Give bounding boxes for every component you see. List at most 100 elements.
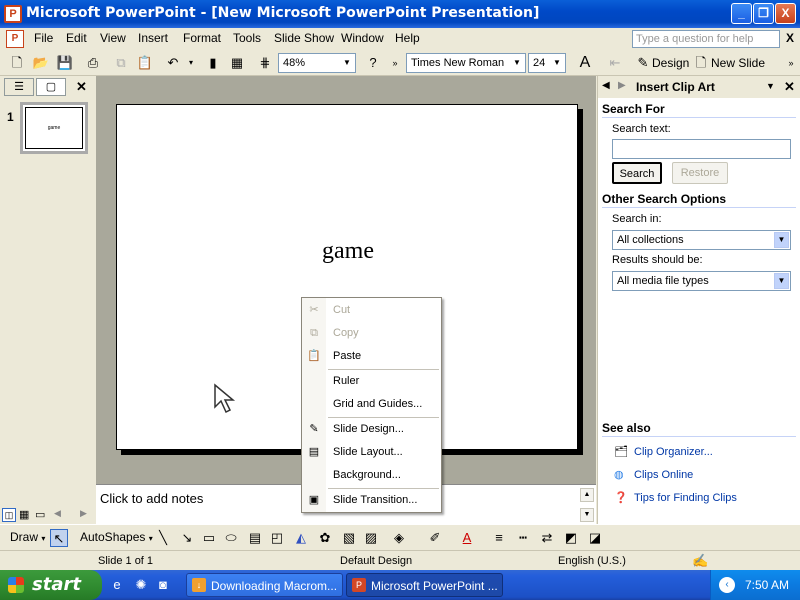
help-search-input[interactable]: Type a question for help bbox=[632, 30, 780, 48]
insert-picture-icon[interactable]: ▧ bbox=[340, 529, 358, 547]
zoom-combo[interactable]: 48% ▼ bbox=[278, 53, 356, 73]
new-icon[interactable]: 🗋 bbox=[8, 54, 26, 72]
menu-tools[interactable]: Tools bbox=[233, 31, 261, 45]
start-button[interactable]: start bbox=[0, 570, 102, 600]
spelling-status-icon[interactable]: ✍ bbox=[692, 553, 708, 569]
clip-art-icon[interactable]: ✿ bbox=[316, 529, 334, 547]
design-icon[interactable]: ✎ bbox=[634, 54, 652, 72]
paste-toolbar-icon[interactable]: 📋 bbox=[136, 54, 154, 72]
menu-file[interactable]: File bbox=[34, 31, 53, 45]
menu-help[interactable]: Help bbox=[395, 31, 420, 45]
slide-text[interactable]: game bbox=[117, 238, 579, 265]
powerpoint-app-icon[interactable]: P bbox=[4, 5, 22, 23]
search-in-select[interactable]: All collections ▼ bbox=[612, 230, 791, 250]
new-slide-button[interactable]: New Slide bbox=[711, 56, 765, 70]
insert-diagram-icon[interactable]: ◭ bbox=[292, 529, 310, 547]
results-dropdown-icon[interactable]: ▼ bbox=[774, 273, 789, 289]
task-pane-menu-icon[interactable]: ▼ bbox=[766, 81, 775, 91]
clips-online-link[interactable]: Clips Online bbox=[634, 469, 693, 481]
font-color-icon[interactable]: A bbox=[458, 529, 476, 547]
context-item-cut[interactable]: ✂ Cut bbox=[302, 299, 441, 321]
3d-style-icon[interactable]: ◪ bbox=[586, 529, 604, 547]
scroll-right-icon[interactable]: ▶ bbox=[80, 508, 87, 519]
slide-sorter-icon[interactable]: ▦ bbox=[19, 508, 29, 521]
context-item-grid-guides[interactable]: Grid and Guides... bbox=[302, 393, 441, 415]
draw-menu-button[interactable]: Draw ▾ bbox=[10, 530, 45, 544]
font-dropdown-icon[interactable]: ▼ bbox=[510, 55, 524, 71]
back-icon[interactable]: ◀ bbox=[602, 80, 610, 91]
menu-insert[interactable]: Insert bbox=[138, 31, 168, 45]
restore-clipart-button[interactable]: Restore bbox=[672, 162, 728, 184]
document-icon[interactable]: P bbox=[6, 30, 24, 48]
minimize-button[interactable]: _ bbox=[731, 3, 752, 24]
close-button[interactable]: X bbox=[775, 3, 796, 24]
menu-format[interactable]: Format bbox=[183, 31, 221, 45]
undo-dropdown-icon[interactable]: ▾ bbox=[182, 54, 200, 72]
grow-font-icon[interactable]: A bbox=[576, 54, 594, 72]
task-pane-close-icon[interactable]: ✕ bbox=[784, 79, 795, 95]
outline-tab-icon[interactable]: ☰ bbox=[4, 78, 34, 96]
internet-explorer-icon[interactable]: e bbox=[108, 576, 126, 594]
menu-window[interactable]: Window bbox=[341, 31, 384, 45]
slide-show-icon[interactable]: ▭ bbox=[35, 508, 45, 521]
line-icon[interactable]: ╲ bbox=[154, 529, 172, 547]
toolbar-more-icon[interactable]: » bbox=[782, 54, 800, 72]
save-icon[interactable]: 💾 bbox=[56, 54, 74, 72]
font-combo[interactable]: Times New Roman ▼ bbox=[406, 53, 526, 73]
help-icon[interactable]: ? bbox=[364, 54, 382, 72]
text-box-icon[interactable]: ▤ bbox=[246, 529, 264, 547]
line-color-icon[interactable]: ✐ bbox=[426, 529, 444, 547]
search-button[interactable]: Search bbox=[612, 162, 662, 184]
tray-expand-icon[interactable]: ‹ bbox=[719, 577, 735, 593]
forward-icon[interactable]: ▶ bbox=[618, 80, 626, 91]
results-select[interactable]: All media file types ▼ bbox=[612, 271, 791, 291]
notes-scroll-down-icon[interactable]: ▼ bbox=[580, 508, 594, 522]
arrow-icon[interactable]: ↘ bbox=[178, 529, 196, 547]
normal-view-icon[interactable]: ◫ bbox=[2, 508, 16, 522]
clock[interactable]: 7:50 AM bbox=[745, 578, 789, 592]
select-objects-icon[interactable]: ↖ bbox=[50, 529, 68, 547]
context-item-background[interactable]: Background... bbox=[302, 464, 441, 486]
context-item-ruler[interactable]: Ruler bbox=[302, 370, 441, 392]
print-icon[interactable]: ⎙ bbox=[84, 54, 102, 72]
context-item-paste[interactable]: 📋 Paste bbox=[302, 345, 441, 367]
zoom-dropdown-icon[interactable]: ▼ bbox=[340, 55, 354, 71]
scroll-left-icon[interactable]: ◀ bbox=[54, 508, 61, 519]
oval-icon[interactable]: ⬭ bbox=[222, 529, 240, 547]
close-pane-icon[interactable]: ✕ bbox=[76, 79, 87, 95]
undo-icon[interactable]: ↶ bbox=[164, 54, 182, 72]
slide-thumbnail[interactable]: game bbox=[20, 102, 88, 154]
fill-color-icon[interactable]: ◈ bbox=[390, 529, 408, 547]
search-text-input[interactable] bbox=[612, 139, 791, 159]
open-icon[interactable]: 📂 bbox=[32, 54, 50, 72]
line-style-icon[interactable]: ≡ bbox=[490, 529, 508, 547]
slides-tab-icon[interactable]: ▢ bbox=[36, 78, 66, 96]
close-document-button[interactable]: X bbox=[786, 31, 794, 45]
font-size-combo[interactable]: 24 ▼ bbox=[528, 53, 566, 73]
notes-scroll-up-icon[interactable]: ▲ bbox=[580, 488, 594, 502]
design-button[interactable]: Design bbox=[652, 56, 689, 70]
show-grid-icon[interactable]: ⋕ bbox=[256, 54, 274, 72]
dash-style-icon[interactable]: ┅ bbox=[514, 529, 532, 547]
insert-image-icon[interactable]: ▨ bbox=[362, 529, 380, 547]
menu-edit[interactable]: Edit bbox=[66, 31, 87, 45]
menu-slide-show[interactable]: Slide Show bbox=[274, 31, 334, 45]
wordart-icon[interactable]: ◰ bbox=[268, 529, 286, 547]
insert-chart-icon[interactable]: ▮ bbox=[204, 54, 222, 72]
rectangle-icon[interactable]: ▭ bbox=[200, 529, 218, 547]
font-size-dropdown-icon[interactable]: ▼ bbox=[550, 55, 564, 71]
context-item-slide-transition[interactable]: ▣ Slide Transition... bbox=[302, 489, 441, 511]
toolbar-options-icon[interactable]: » bbox=[386, 54, 404, 72]
tips-link[interactable]: Tips for Finding Clips bbox=[634, 492, 737, 504]
task-powerpoint[interactable]: P Microsoft PowerPoint ... bbox=[346, 573, 503, 597]
arrow-style-icon[interactable]: ⇄ bbox=[538, 529, 556, 547]
decrease-indent-icon[interactable]: ⇤ bbox=[606, 54, 624, 72]
copy-toolbar-icon[interactable]: ⧉ bbox=[112, 54, 130, 72]
show-desktop-icon[interactable]: ◙ bbox=[154, 576, 172, 594]
new-slide-icon[interactable]: 🗋 bbox=[692, 54, 710, 72]
shadow-style-icon[interactable]: ◩ bbox=[562, 529, 580, 547]
task-downloading[interactable]: ↓ Downloading Macrom... bbox=[186, 573, 343, 597]
media-player-icon[interactable]: ✺ bbox=[132, 576, 150, 594]
search-in-dropdown-icon[interactable]: ▼ bbox=[774, 232, 789, 248]
menu-view[interactable]: View bbox=[100, 31, 126, 45]
